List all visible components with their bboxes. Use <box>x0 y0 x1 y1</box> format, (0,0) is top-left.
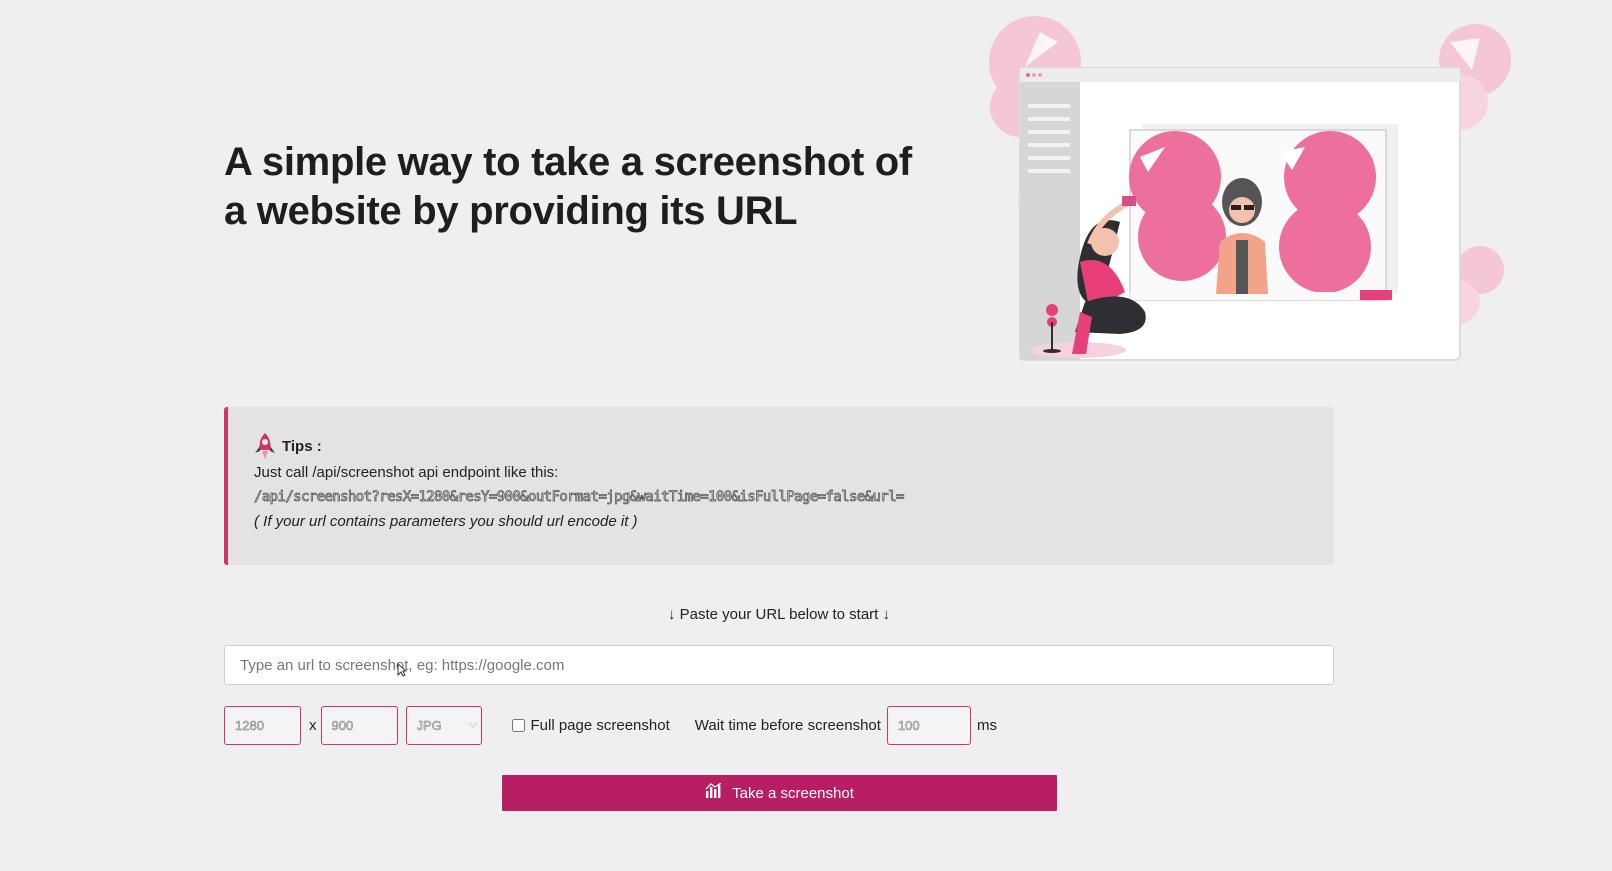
url-input[interactable] <box>224 645 1334 685</box>
resolution-x-input[interactable] <box>224 705 301 745</box>
wait-time-unit: ms <box>976 716 997 734</box>
resolution-y-input[interactable] <box>320 705 398 745</box>
page-title: A simple way to take a screenshot of a w… <box>224 140 912 233</box>
mouse-pointer-icon <box>397 662 408 677</box>
take-screenshot-button[interactable]: Take a screenshot <box>502 775 1057 811</box>
full-page-option[interactable]: Full page screenshot <box>511 716 670 734</box>
rocket-icon <box>254 432 276 460</box>
tips-header: Tips : <box>254 431 1306 461</box>
api-endpoint-example: /api/screenshot?resX=1280&resY=900&outFo… <box>254 489 905 506</box>
wait-time-label: Wait time before screenshot <box>694 716 881 734</box>
full-page-label: Full page screenshot <box>530 716 670 734</box>
full-page-checkbox[interactable] <box>511 718 525 732</box>
wait-time-input[interactable] <box>886 705 971 745</box>
format-select[interactable]: JPG <box>405 705 482 745</box>
tips-intro: Just call /api/screenshot api endpoint l… <box>254 464 559 481</box>
tips-title: Tips : <box>282 437 322 455</box>
screenshot-options: x JPG Full page screenshot Wait time bef… <box>224 705 997 745</box>
take-screenshot-label: Take a screenshot <box>732 784 854 802</box>
tips-box: Tips : Just call /api/screenshot api end… <box>224 407 1334 565</box>
resolution-separator: x <box>309 716 317 734</box>
tips-note: ( If your url contains parameters you sh… <box>254 513 638 530</box>
paste-url-hint: ↓ Paste your URL below to start ↓ <box>667 606 891 623</box>
bar-chart-icon <box>705 782 732 803</box>
woman-photographing-illustration <box>980 12 1520 372</box>
